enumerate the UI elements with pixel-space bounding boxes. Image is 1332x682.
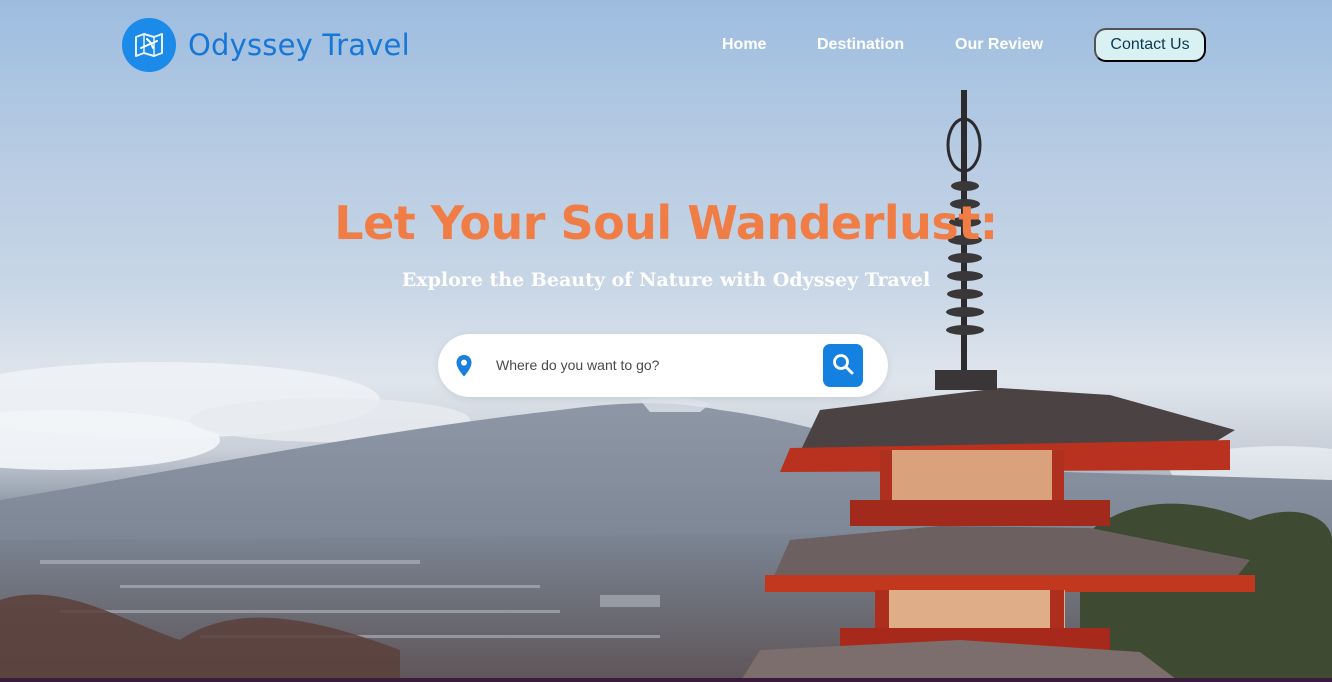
nav-our-review[interactable]: Our Review — [955, 36, 1043, 54]
main-nav: Home Destination Our Review Contact Us — [0, 28, 1332, 62]
nav-home[interactable]: Home — [722, 36, 766, 54]
search-icon — [832, 353, 854, 378]
location-pin-icon — [455, 354, 473, 382]
hero-section: Odyssey Travel Home Destination Our Revi… — [0, 0, 1332, 682]
nav-destination[interactable]: Destination — [817, 36, 904, 54]
search-button[interactable] — [823, 344, 863, 387]
destination-search-input[interactable] — [496, 354, 796, 376]
contact-us-button[interactable]: Contact Us — [1094, 28, 1206, 62]
page-bottom-edge — [0, 678, 1332, 682]
hero-subtitle: Explore the Beauty of Nature with Odysse… — [401, 269, 931, 291]
hero-title: Let Your Soul Wanderlust: — [334, 196, 998, 250]
search-bar — [438, 334, 888, 397]
